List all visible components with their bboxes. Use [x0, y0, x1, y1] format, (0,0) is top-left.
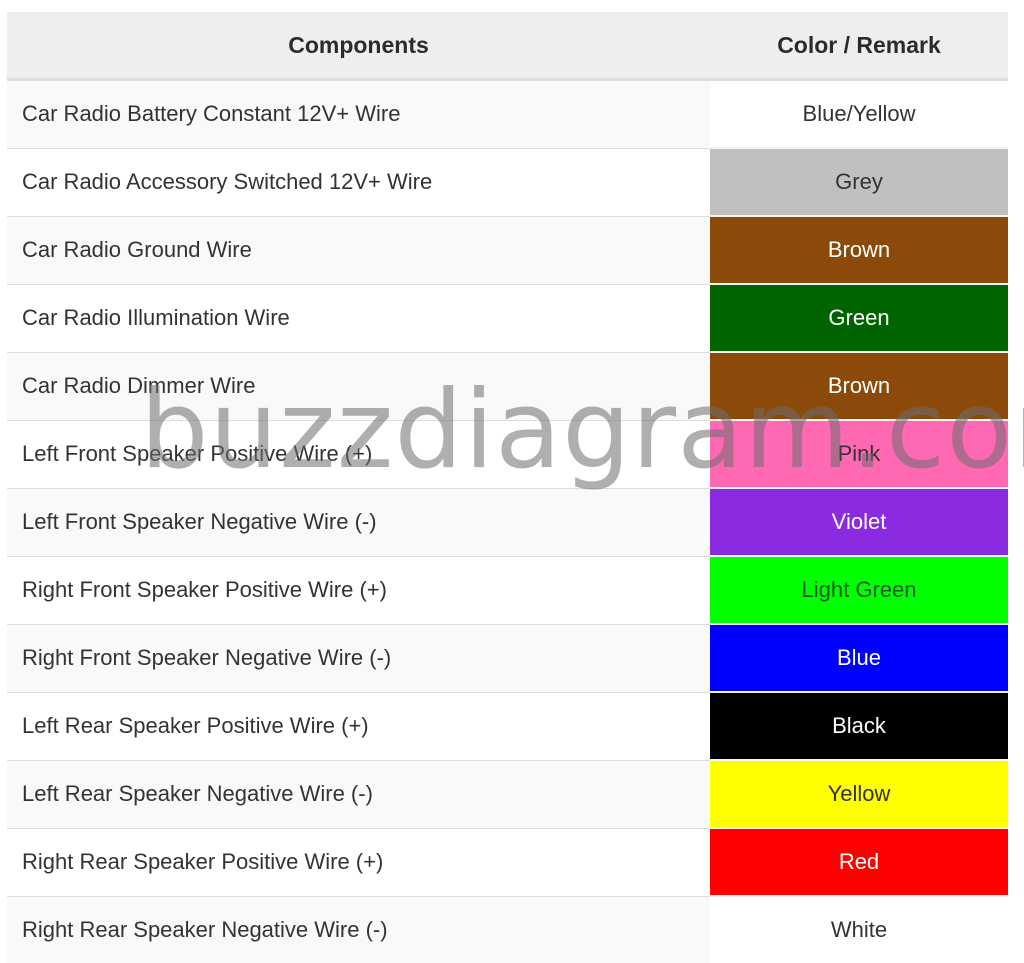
header-components: Components: [7, 12, 710, 80]
color-cell: Pink: [710, 420, 1008, 488]
color-cell: Brown: [710, 216, 1008, 284]
component-cell: Car Radio Illumination Wire: [7, 284, 710, 352]
color-cell: Brown: [710, 352, 1008, 420]
table-row: Left Front Speaker Positive Wire (+)Pink: [7, 420, 1008, 488]
table-row: Right Rear Speaker Negative Wire (-)Whit…: [7, 896, 1008, 963]
color-cell: White: [710, 896, 1008, 963]
component-cell: Car Radio Accessory Switched 12V+ Wire: [7, 148, 710, 216]
table-body: Car Radio Battery Constant 12V+ WireBlue…: [7, 80, 1008, 963]
color-cell: Grey: [710, 148, 1008, 216]
table-row: Car Radio Battery Constant 12V+ WireBlue…: [7, 80, 1008, 149]
color-cell: Red: [710, 828, 1008, 896]
table-row: Car Radio Dimmer WireBrown: [7, 352, 1008, 420]
component-cell: Right Front Speaker Positive Wire (+): [7, 556, 710, 624]
component-cell: Right Rear Speaker Positive Wire (+): [7, 828, 710, 896]
color-cell: Black: [710, 692, 1008, 760]
component-cell: Car Radio Dimmer Wire: [7, 352, 710, 420]
table-row: Car Radio Accessory Switched 12V+ WireGr…: [7, 148, 1008, 216]
color-cell: Yellow: [710, 760, 1008, 828]
component-cell: Left Rear Speaker Negative Wire (-): [7, 760, 710, 828]
component-cell: Left Rear Speaker Positive Wire (+): [7, 692, 710, 760]
component-cell: Car Radio Ground Wire: [7, 216, 710, 284]
component-cell: Right Rear Speaker Negative Wire (-): [7, 896, 710, 963]
color-cell: Blue/Yellow: [710, 80, 1008, 149]
table-row: Left Rear Speaker Positive Wire (+)Black: [7, 692, 1008, 760]
color-cell: Violet: [710, 488, 1008, 556]
table-row: Left Front Speaker Negative Wire (-)Viol…: [7, 488, 1008, 556]
component-cell: Right Front Speaker Negative Wire (-): [7, 624, 710, 692]
table-row: Right Rear Speaker Positive Wire (+)Red: [7, 828, 1008, 896]
wire-color-table: Components Color / Remark Car Radio Batt…: [7, 12, 1008, 963]
color-cell: Blue: [710, 624, 1008, 692]
table-header-row: Components Color / Remark: [7, 12, 1008, 80]
table-row: Car Radio Ground WireBrown: [7, 216, 1008, 284]
component-cell: Left Front Speaker Positive Wire (+): [7, 420, 710, 488]
component-cell: Car Radio Battery Constant 12V+ Wire: [7, 80, 710, 149]
table-row: Left Rear Speaker Negative Wire (-)Yello…: [7, 760, 1008, 828]
table-row: Right Front Speaker Positive Wire (+)Lig…: [7, 556, 1008, 624]
table-row: Right Front Speaker Negative Wire (-)Blu…: [7, 624, 1008, 692]
color-cell: Green: [710, 284, 1008, 352]
table-row: Car Radio Illumination WireGreen: [7, 284, 1008, 352]
header-color-remark: Color / Remark: [710, 12, 1008, 80]
color-cell: Light Green: [710, 556, 1008, 624]
component-cell: Left Front Speaker Negative Wire (-): [7, 488, 710, 556]
